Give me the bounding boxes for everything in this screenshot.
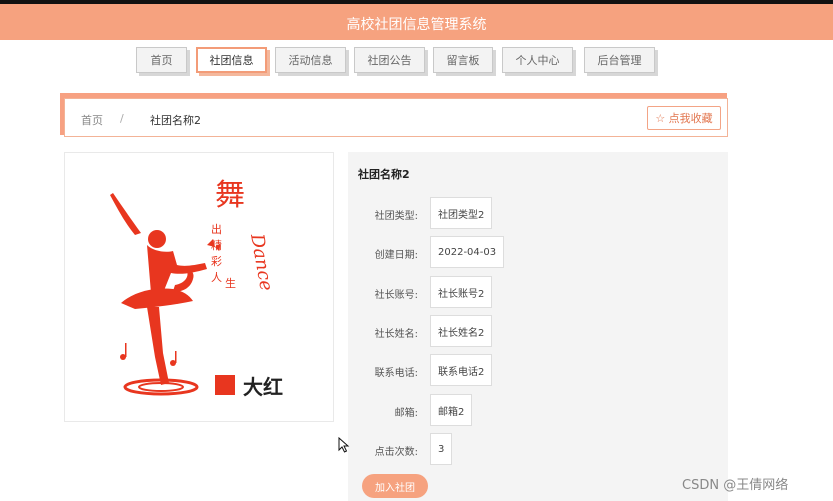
field-phone: 联系电话: 联系电话2: [348, 354, 728, 386]
brand-swatch: [215, 375, 235, 395]
nav-item-club-notice[interactable]: 社团公告: [354, 47, 425, 73]
favorite-button[interactable]: ☆ 点我收藏: [647, 106, 721, 130]
top-header: 高校社团信息管理系统: [0, 0, 833, 40]
club-name-heading: 社团名称2: [358, 168, 410, 181]
nav-item-club-info[interactable]: 社团信息: [196, 47, 267, 73]
nav-item-activity-info[interactable]: 活动信息: [275, 47, 346, 73]
poem-char-3: 彩: [211, 255, 222, 268]
field-club-type: 社团类型: 社团类型2: [348, 197, 728, 229]
club-detail-panel: 社团名称2 社团类型: 社团类型2 创建日期: 2022-04-03 社长账号:…: [348, 152, 728, 501]
field-label: 联系电话:: [374, 368, 418, 379]
field-label: 邮箱:: [394, 408, 418, 419]
breadcrumb-separator: /: [120, 112, 124, 125]
club-image: 舞 Dance 出 精 彩 人 生 大红: [64, 152, 334, 422]
mouse-cursor-icon: [338, 437, 350, 453]
nav-item-home[interactable]: 首页: [136, 47, 187, 73]
field-value: 3: [430, 433, 453, 465]
poem-char-2: 精: [211, 239, 222, 252]
poem-char-5: 生: [225, 276, 236, 290]
dance-script-text: Dance: [246, 231, 277, 292]
field-label: 点击次数:: [374, 447, 418, 458]
nav-item-message-board[interactable]: 留言板: [433, 47, 493, 73]
main-nav: 首页 社团信息 活动信息 社团公告 留言板 个人中心 后台管理: [0, 47, 833, 75]
field-label: 社长姓名:: [374, 329, 418, 340]
watermark: CSDN @王倩网络: [682, 478, 789, 493]
field-value: 2022-04-03: [430, 236, 505, 268]
field-email: 邮箱: 邮箱2: [348, 394, 728, 426]
breadcrumb-home-link[interactable]: 首页: [81, 112, 103, 128]
nav-item-admin[interactable]: 后台管理: [584, 47, 655, 73]
dancer-illustration: 舞 Dance 出 精 彩 人 生 大红: [110, 178, 283, 399]
nav-item-personal-center[interactable]: 个人中心: [502, 47, 573, 73]
field-value: 社长账号2: [430, 276, 493, 308]
breadcrumb: 首页 / 社团名称2 ☆ 点我收藏: [64, 98, 728, 137]
site-title: 高校社团信息管理系统: [346, 17, 487, 33]
brand-label: 大红: [243, 375, 283, 399]
calligraphy-char: 舞: [215, 178, 245, 213]
breadcrumb-current: 社团名称2: [150, 114, 201, 127]
field-created-date: 创建日期: 2022-04-03: [348, 236, 728, 268]
field-label: 社长账号:: [374, 290, 418, 301]
poem-char-1: 出: [211, 222, 222, 236]
field-label: 创建日期:: [374, 250, 418, 261]
field-click-count: 点击次数: 3: [348, 433, 728, 465]
field-value: 联系电话2: [430, 354, 493, 386]
poem-char-4: 人: [211, 271, 222, 284]
field-president-account: 社长账号: 社长账号2: [348, 276, 728, 308]
field-value: 社团类型2: [430, 197, 493, 229]
field-president-name: 社长姓名: 社长姓名2: [348, 315, 728, 347]
join-club-button[interactable]: 加入社团: [362, 474, 428, 498]
field-value: 社长姓名2: [430, 315, 493, 347]
field-label: 社团类型:: [374, 211, 418, 222]
field-value: 邮箱2: [430, 394, 473, 426]
